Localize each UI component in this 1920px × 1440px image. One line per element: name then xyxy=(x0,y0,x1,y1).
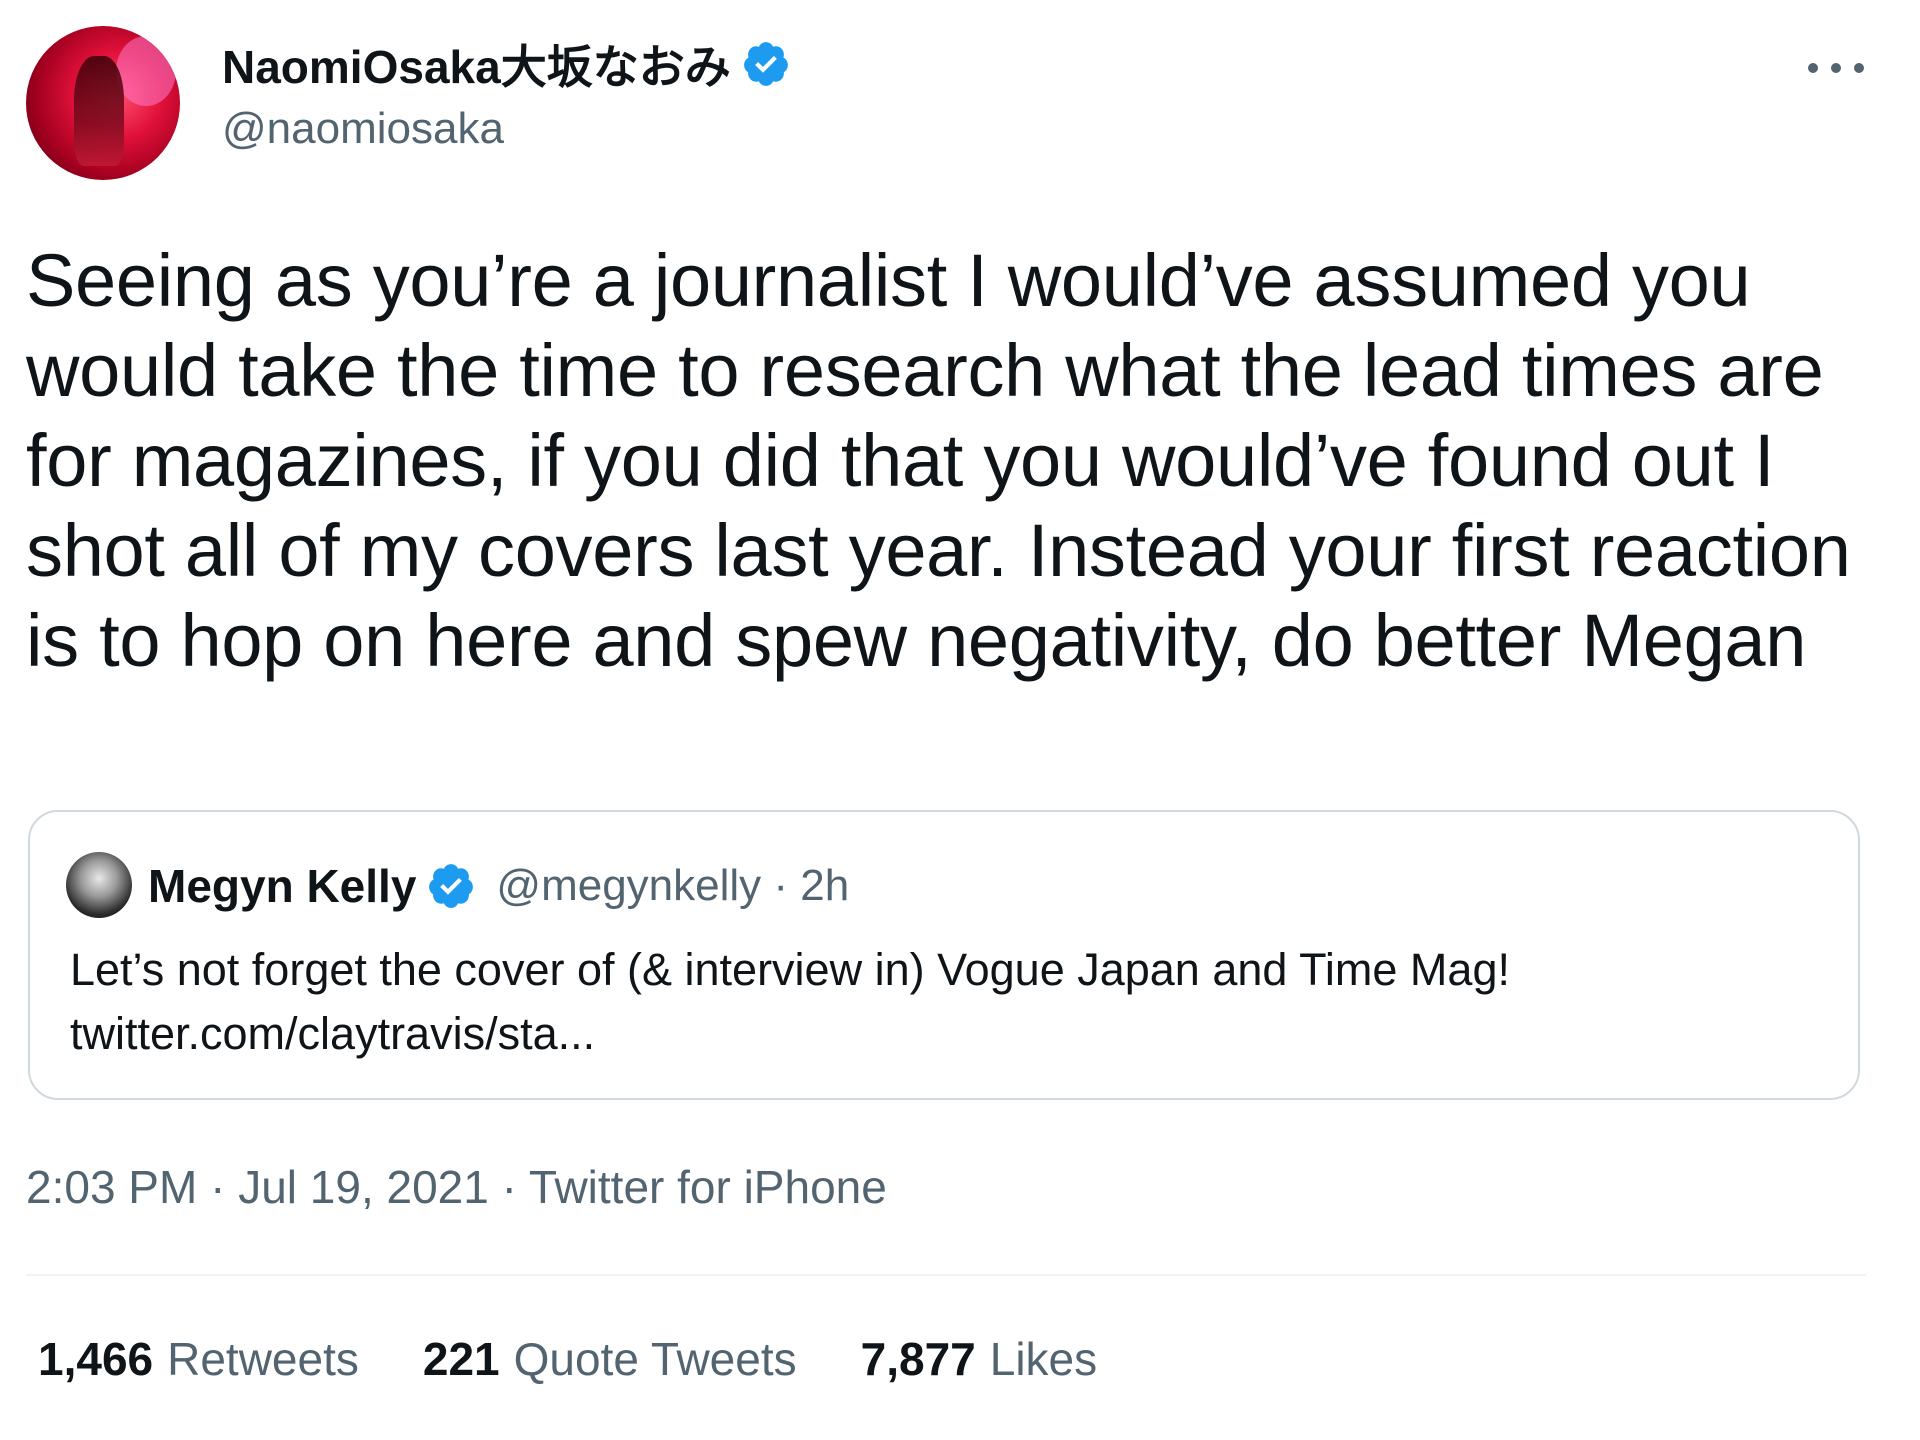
author-avatar[interactable] xyxy=(26,26,180,180)
divider xyxy=(26,1274,1866,1276)
tweet: NaomiOsaka大坂なおみ @naomiosaka Seeing as yo… xyxy=(0,0,1920,1440)
author-display-name[interactable]: NaomiOsaka大坂なおみ xyxy=(222,31,731,97)
retweets-stat[interactable]: 1,466 Retweets xyxy=(38,1332,359,1386)
likes-count: 7,877 xyxy=(860,1333,976,1385)
quoted-author-handle-time[interactable]: @megynkelly · 2h xyxy=(496,861,849,911)
quote-tweets-stat[interactable]: 221 Quote Tweets xyxy=(423,1332,797,1386)
quoted-tweet-header: Megyn Kelly @megynkelly · 2h xyxy=(148,858,849,914)
quote-tweets-count: 221 xyxy=(422,1333,500,1385)
quoted-tweet-link[interactable]: twitter.com/claytravis/sta... xyxy=(70,1002,1830,1066)
more-options-icon[interactable] xyxy=(1808,48,1864,88)
tweet-stats: 1,466 Retweets 221 Quote Tweets 7,877 Li… xyxy=(38,1332,1097,1386)
quoted-tweet-text: Let’s not forget the cover of (& intervi… xyxy=(70,938,1830,1066)
quote-tweets-label: Quote Tweets xyxy=(513,1333,797,1385)
author-name-row: NaomiOsaka大坂なおみ xyxy=(222,38,791,93)
quoted-author-avatar[interactable] xyxy=(66,852,132,918)
likes-label: Likes xyxy=(989,1333,1098,1385)
quoted-author-name[interactable]: Megyn Kelly xyxy=(148,859,416,913)
tweet-body: Seeing as you’re a journalist I would’ve… xyxy=(26,239,1851,682)
quoted-tweet-card[interactable]: Megyn Kelly @megynkelly · 2h Let’s not f… xyxy=(28,810,1860,1100)
retweets-label: Retweets xyxy=(167,1333,359,1385)
quoted-tweet-body: Let’s not forget the cover of (& intervi… xyxy=(70,944,1510,995)
retweets-count: 1,466 xyxy=(38,1333,154,1385)
tweet-timestamp-source[interactable]: 2:03 PM · Jul 19, 2021 · Twitter for iPh… xyxy=(26,1160,887,1214)
author-handle[interactable]: @naomiosaka xyxy=(222,104,504,154)
verified-badge-icon xyxy=(429,864,474,908)
verified-badge-icon xyxy=(743,42,788,86)
likes-stat[interactable]: 7,877 Likes xyxy=(861,1332,1098,1386)
